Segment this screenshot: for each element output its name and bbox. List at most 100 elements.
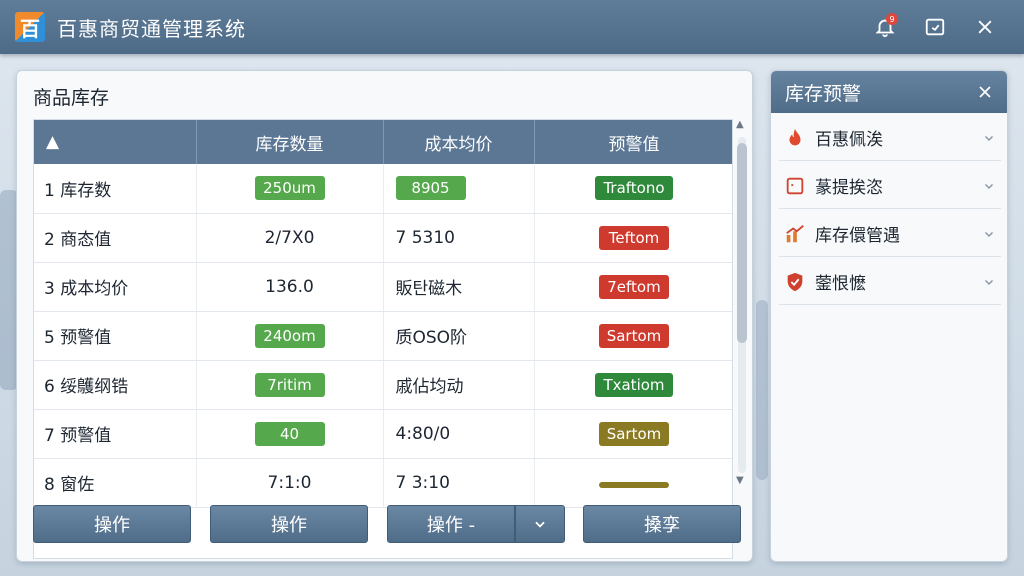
chevron-down-icon bbox=[984, 231, 994, 237]
action-bar: 操作 操作 操作 - 搡孪 bbox=[33, 505, 743, 553]
action-button-3[interactable]: 操作 - bbox=[387, 505, 515, 543]
cell-warning-badge: Traftono bbox=[595, 176, 673, 201]
cell-cost: 戚佔均动 bbox=[395, 377, 464, 397]
table-row[interactable]: 7 预警值 40 4:80/0 Sartom bbox=[34, 409, 732, 459]
cell-warning-badge: Sartom bbox=[598, 421, 670, 446]
table-row[interactable]: 5 预警值 240om 质OSO阶 Sartom bbox=[34, 311, 732, 361]
side-close-icon[interactable] bbox=[975, 82, 995, 102]
chevron-down-icon bbox=[984, 183, 994, 189]
cell-warning-badge-cell: Sartom bbox=[534, 409, 732, 459]
cell-warning-badge: Sartom bbox=[598, 323, 670, 348]
cell-warning-badge: Txatiom bbox=[595, 372, 673, 397]
column-header-warning[interactable]: 预警值 bbox=[534, 120, 732, 164]
side-item-label: 库存儇管遇 bbox=[815, 226, 900, 246]
cell-item-name: 1 库存数 bbox=[34, 164, 197, 214]
app-title: 百惠商贸通管理系统 bbox=[57, 16, 246, 41]
cell-cost-cell: 7 5310 bbox=[383, 213, 535, 263]
cell-cost-cell: 4:80/0 bbox=[383, 409, 535, 459]
chart-icon bbox=[783, 222, 807, 246]
sort-column-header[interactable]: ▲ bbox=[34, 120, 197, 164]
panel-title: 商品库存 bbox=[33, 87, 110, 109]
cell-item-name: 2 商态值 bbox=[34, 213, 197, 263]
cell-item-name: 3 成本均价 bbox=[34, 262, 197, 312]
cell-warning-badge-cell bbox=[534, 458, 732, 508]
scroll-down-icon[interactable]: ▼ bbox=[736, 475, 744, 486]
table-row[interactable]: 1 库存数 250um 8905 Traftono bbox=[34, 164, 732, 214]
minimize-button[interactable] bbox=[910, 7, 960, 47]
cell-item-name: 6 绥鸌纲锆 bbox=[34, 360, 197, 410]
chevron-down-icon bbox=[535, 521, 545, 528]
scroll-thumb[interactable] bbox=[737, 143, 747, 343]
side-item-4[interactable]: 蓥恨懡 bbox=[779, 259, 1001, 305]
cell-warning-badge bbox=[599, 481, 669, 488]
cell-qty-cell: 240om bbox=[196, 311, 384, 361]
cell-cost: 8905 bbox=[395, 176, 466, 201]
side-item-3[interactable]: 库存儇管遇 bbox=[779, 211, 1001, 257]
cell-qty: 40 bbox=[254, 421, 325, 446]
cell-qty: 7:1:0 bbox=[267, 472, 312, 493]
side-item-2[interactable]: 蒃提挨恣 bbox=[779, 163, 1001, 209]
table-row[interactable]: 2 商态值 2/7X0 7 5310 Teftom bbox=[34, 213, 732, 263]
cell-cost: 7 3:10 bbox=[395, 472, 450, 493]
calendar-icon bbox=[783, 174, 807, 198]
column-header-cost[interactable]: 成本均价 bbox=[383, 120, 535, 164]
inventory-table: ▲ 库存数量 成本均价 预警值 1 库存数 250um 8905 Traftono 2 … bbox=[33, 119, 733, 559]
side-panel-title: 库存预警 bbox=[785, 82, 862, 105]
action-button-1[interactable]: 操作 bbox=[33, 505, 191, 543]
cell-cost: 4:80/0 bbox=[395, 423, 451, 444]
cell-warning-badge: Teftom bbox=[599, 225, 669, 250]
minimize-icon bbox=[925, 18, 945, 36]
shield-icon bbox=[783, 270, 807, 294]
cell-cost: 7 5310 bbox=[395, 227, 455, 248]
table-row[interactable]: 8 窗佐 7:1:0 7 3:10 bbox=[34, 458, 732, 508]
cell-qty-cell: 7:1:0 bbox=[196, 458, 384, 508]
cell-qty: 2/7X0 bbox=[264, 227, 315, 248]
cell-qty: 240om bbox=[254, 323, 325, 348]
cell-cost-cell: 质OSO阶 bbox=[383, 311, 535, 361]
cell-qty-cell: 7ritim bbox=[196, 360, 384, 410]
cell-qty: 250um bbox=[254, 176, 325, 201]
title-bar: 百 百惠商贸通管理系统 9 bbox=[0, 0, 1024, 54]
cell-qty-cell: 136.0 bbox=[196, 262, 384, 312]
side-item-1[interactable]: 百惠佩涘 bbox=[779, 115, 1001, 161]
cell-cost-cell: 8905 bbox=[383, 164, 535, 214]
inventory-panel: 商品库存 ▲ 库存数量 成本均价 预警值 1 库存数 250um 8905 Traft… bbox=[16, 70, 753, 562]
action-button-2[interactable]: 操作 bbox=[210, 505, 368, 543]
cell-cost-cell: 戚佔均动 bbox=[383, 360, 535, 410]
cell-warning-badge: 7eftom bbox=[599, 274, 669, 299]
cell-qty-cell: 250um bbox=[196, 164, 384, 214]
cell-item-name: 8 窗佐 bbox=[34, 458, 197, 508]
cell-qty: 7ritim bbox=[254, 372, 325, 397]
fire-icon bbox=[783, 126, 807, 150]
cell-qty: 136.0 bbox=[265, 276, 314, 297]
vertical-scrollbar[interactable]: ▲ ▼ bbox=[735, 119, 749, 491]
side-panel-header: 库存预警 bbox=[771, 71, 1007, 113]
table-row[interactable]: 6 绥鸌纲锆 7ritim 戚佔均动 Txatiom bbox=[34, 360, 732, 410]
cell-warning-badge-cell: Teftom bbox=[534, 213, 732, 263]
cell-warning-badge-cell: Traftono bbox=[534, 164, 732, 214]
notification-button[interactable]: 9 bbox=[860, 7, 910, 47]
cell-qty-cell: 40 bbox=[196, 409, 384, 459]
close-icon bbox=[978, 20, 992, 34]
action-button-4[interactable]: 搡孪 bbox=[583, 505, 741, 543]
cell-warning-badge-cell: 7eftom bbox=[534, 262, 732, 312]
cell-warning-badge-cell: Txatiom bbox=[534, 360, 732, 410]
scroll-up-icon[interactable]: ▲ bbox=[736, 119, 744, 130]
column-header-qty[interactable]: 库存数量 bbox=[196, 120, 384, 164]
table-header: ▲ 库存数量 成本均价 预警值 bbox=[34, 120, 732, 164]
app-logo: 百 bbox=[15, 12, 45, 42]
side-item-label: 蒃提挨恣 bbox=[815, 178, 883, 198]
cell-warning-badge-cell: Sartom bbox=[534, 311, 732, 361]
notification-badge: 9 bbox=[886, 13, 898, 25]
action-dropdown-button[interactable] bbox=[515, 505, 565, 543]
table-row[interactable]: 3 成本均价 136.0 販탄磁木 7eftom bbox=[34, 262, 732, 312]
cell-cost: 販탄磁木 bbox=[395, 279, 463, 299]
chevron-down-icon bbox=[984, 279, 994, 285]
side-item-label: 蓥恨懡 bbox=[815, 274, 866, 294]
chevron-down-icon bbox=[984, 135, 994, 141]
cell-cost-cell: 販탄磁木 bbox=[383, 262, 535, 312]
cell-item-name: 5 预警值 bbox=[34, 311, 197, 361]
close-button[interactable] bbox=[960, 7, 1010, 47]
cell-qty-cell: 2/7X0 bbox=[196, 213, 384, 263]
cell-cost: 质OSO阶 bbox=[395, 328, 468, 348]
